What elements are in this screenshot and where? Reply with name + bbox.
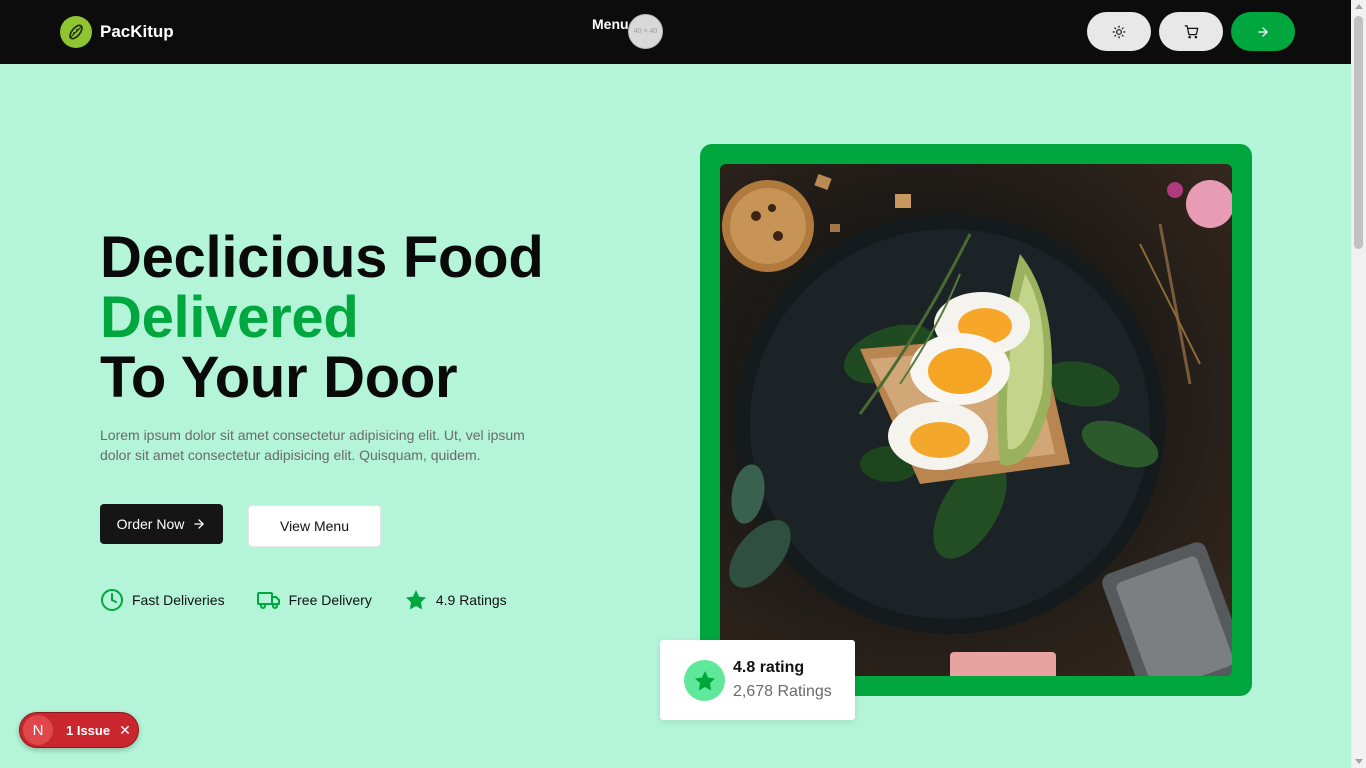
star-icon xyxy=(405,590,426,610)
rating-card: 4.8 rating 2,678 Ratings xyxy=(660,640,855,720)
rating-count: 2,678 Ratings xyxy=(733,683,832,700)
truck-icon xyxy=(256,592,280,609)
rating-title: 4.8 rating xyxy=(733,659,805,676)
scrollbar-thumb[interactable] xyxy=(1354,16,1363,249)
leaf-logo-icon xyxy=(60,16,92,48)
order-now-button[interactable]: Order Now xyxy=(100,504,223,544)
arrow-right-icon xyxy=(1258,26,1268,37)
cart-button[interactable] xyxy=(1159,12,1223,51)
cart-icon xyxy=(1184,25,1198,39)
feature-label: 4.9 Ratings xyxy=(435,592,507,608)
headline-line-1: Declicious Food xyxy=(100,225,544,290)
star-icon xyxy=(684,660,725,701)
feature-label: Fast Deliveries xyxy=(132,592,225,608)
arrow-right-icon xyxy=(194,519,205,529)
hero-headline: Declicious Food Delivered To Your Door xyxy=(100,225,544,410)
view-menu-button[interactable]: View Menu xyxy=(248,505,381,547)
close-icon[interactable]: ✕ xyxy=(119,722,131,739)
view-menu-label: View Menu xyxy=(279,518,349,534)
avatar-placeholder[interactable]: 40 × 40 xyxy=(628,14,663,49)
issue-badge[interactable]: N 1 Issue ✕ xyxy=(19,712,139,748)
next-logo-icon: N xyxy=(23,715,53,745)
hero-food-photo xyxy=(720,164,1232,676)
scroll-down-arrow-icon[interactable] xyxy=(1355,759,1363,764)
clock-icon xyxy=(101,589,123,611)
go-button[interactable] xyxy=(1231,12,1295,51)
menu-link[interactable]: Menu xyxy=(592,16,629,32)
issue-count[interactable]: 1 Issue xyxy=(66,723,110,738)
brand[interactable]: PacKitup xyxy=(60,16,174,48)
headline-line-2: Delivered xyxy=(100,285,359,350)
theme-toggle-button[interactable] xyxy=(1087,12,1151,51)
vertical-scrollbar[interactable] xyxy=(1351,0,1366,768)
feature-ratings: 4.9 Ratings xyxy=(404,588,507,612)
hero-image-frame xyxy=(700,144,1252,696)
order-now-label: Order Now xyxy=(116,516,185,532)
feature-fast-deliveries: Fast Deliveries xyxy=(100,588,225,612)
brand-name: PacKitup xyxy=(100,22,174,41)
top-nav: PacKitup Menu 40 × 40 xyxy=(0,0,1351,64)
feature-list: Fast Deliveries Free Delivery 4.9 Rating… xyxy=(100,588,539,612)
feature-free-delivery: Free Delivery xyxy=(256,588,372,612)
feature-label: Free Delivery xyxy=(288,592,372,608)
sun-icon xyxy=(1112,25,1126,38)
hero-description: Lorem ipsum dolor sit amet consectetur a… xyxy=(100,427,525,463)
headline-line-3: To Your Door xyxy=(100,345,458,410)
scroll-up-arrow-icon[interactable] xyxy=(1355,4,1363,9)
